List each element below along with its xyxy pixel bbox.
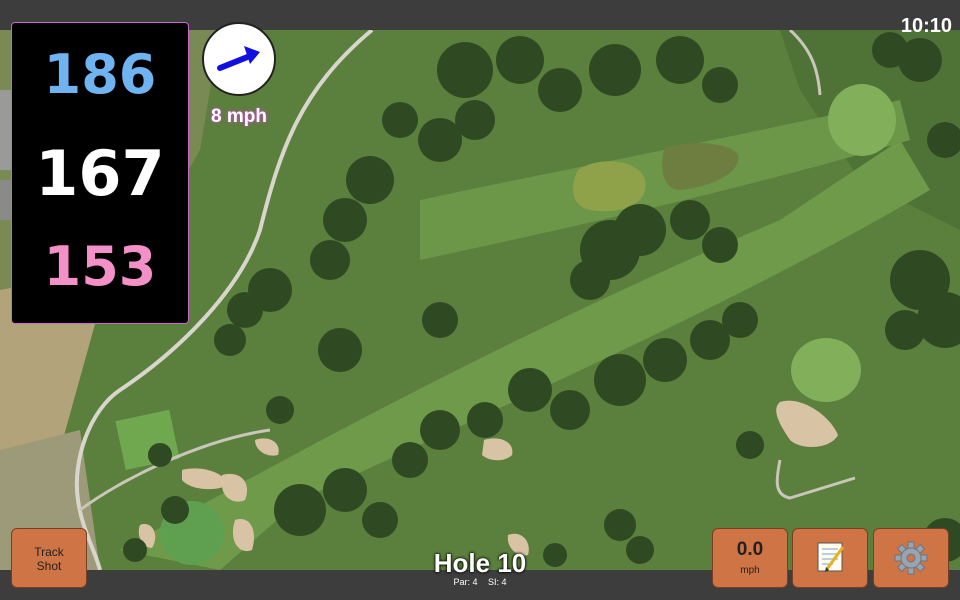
clock: 10:10 [900,15,952,37]
notes-button[interactable] [792,528,868,588]
notepad-icon [817,542,845,572]
hole-info: Par: 4 SI: 4 [380,577,580,587]
settings-button[interactable] [873,528,949,588]
distance-panel: 186 167 153 [11,22,189,324]
hole-par: Par: 4 [453,577,478,587]
speed-value: 0.0 [736,539,764,560]
track-shot-button[interactable]: Track Shot [11,528,87,588]
gear-icon [894,541,928,575]
speed-unit: mph [740,565,760,576]
wind-speed: 8 mph [211,106,267,127]
hole-title: Hole 10 [433,548,527,578]
speed-button[interactable]: 0.0 mph [712,528,788,588]
middle-distance: 167 [35,137,165,210]
wind-indicator [202,22,276,96]
arrow-right-up-icon [217,46,260,71]
track-shot-label-line1: Track [34,545,64,559]
hole-stroke-index: SI: 4 [488,577,507,587]
back-distance: 186 [43,43,157,106]
track-shot-label-line2: Shot [36,559,62,573]
front-distance: 153 [43,235,157,298]
